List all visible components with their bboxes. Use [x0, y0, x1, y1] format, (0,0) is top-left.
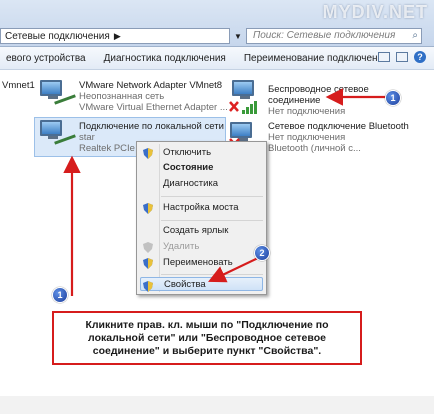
callout-badge-1-left: 1 — [52, 287, 68, 303]
bottom-strip — [0, 396, 434, 414]
callout-badge-1: 1 — [385, 90, 401, 106]
instruction-text: Кликните прав. кл. мыши по "Подключение … — [85, 318, 329, 357]
uac-shield-icon — [143, 281, 153, 292]
arrow-to-properties — [208, 257, 259, 283]
callout-badge-2: 2 — [254, 245, 270, 261]
instruction-note: Кликните прав. кл. мыши по "Подключение … — [52, 311, 362, 365]
